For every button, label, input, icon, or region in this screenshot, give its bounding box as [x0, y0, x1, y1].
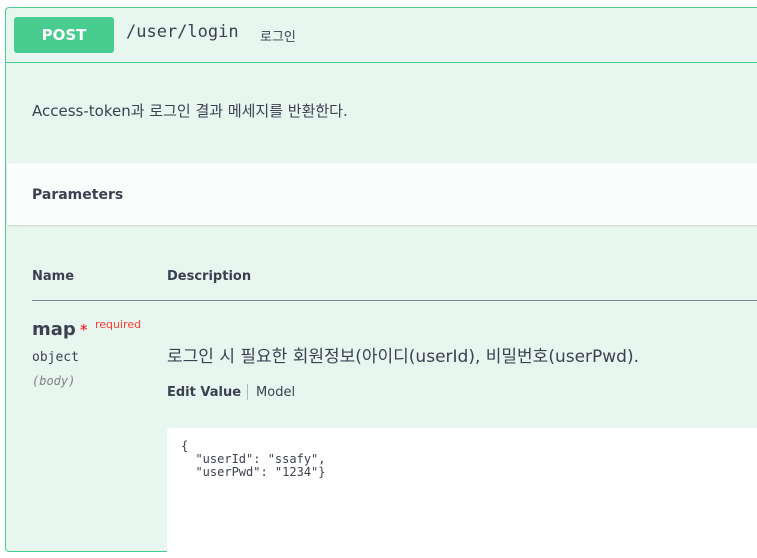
parameter-type: object [32, 350, 79, 365]
example-tabs: Edit Value Model [167, 384, 295, 400]
column-header-description: Description [167, 269, 252, 284]
method-badge: POST [14, 17, 114, 53]
operation-summary: 로그인 [260, 30, 296, 45]
required-star: * [80, 321, 88, 339]
parameter-location: (body) [32, 374, 76, 388]
parameters-title: Parameters [32, 187, 124, 203]
body-value-code: { "userId": "ssafy", "userPwd": "1234"} [181, 440, 326, 479]
tab-model[interactable]: Model [256, 385, 295, 400]
code-line: "userPwd": "1234"} [181, 465, 326, 479]
table-header-divider [32, 300, 757, 301]
parameter-name: map [32, 319, 76, 340]
code-line: { [181, 439, 189, 453]
endpoint-path: /user/login [126, 22, 239, 42]
operation-summary-bar[interactable]: POST /user/login 로그인 [6, 8, 757, 63]
tab-edit-value[interactable]: Edit Value [167, 385, 241, 400]
operation-block-post-user-login: POST /user/login 로그인 Access-token과 로그인 결… [5, 7, 757, 558]
code-line: "userId": "ssafy", [181, 452, 326, 466]
parameter-description: 로그인 시 필요한 회원정보(아이디(userId), 비밀번호(userPwd… [167, 347, 640, 367]
operation-description: Access-token과 로그인 결과 메세지를 반환한다. [32, 102, 348, 120]
required-label: required [95, 318, 142, 331]
tab-divider [247, 384, 249, 400]
column-header-name: Name [32, 269, 75, 284]
body-value-editor[interactable]: { "userId": "ssafy", "userPwd": "1234"} [167, 428, 757, 558]
